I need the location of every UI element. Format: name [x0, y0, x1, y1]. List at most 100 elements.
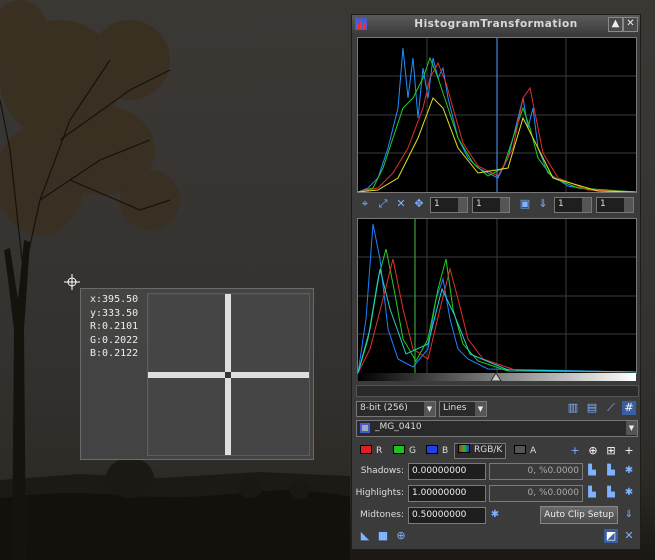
highlights-label: Highlights:	[355, 488, 404, 498]
midtones-reset-icon[interactable]: ✱	[489, 509, 501, 521]
bit-depth-value: 8-bit (256)	[360, 403, 408, 413]
highlights-clip-alt-icon[interactable]: ▙	[605, 487, 617, 499]
highlights-reset-icon[interactable]: ✱	[623, 487, 635, 499]
shadows-input[interactable]: 0.00000000	[408, 463, 486, 480]
window-title: HistogramTransformation	[414, 18, 578, 30]
graph-style-combo[interactable]: Lines ▼	[439, 401, 487, 417]
magnifier-cross-center	[225, 372, 231, 378]
target-icon[interactable]: ⌖	[358, 197, 372, 211]
highlights-clipping-readout: 0, %0.0000	[489, 485, 583, 502]
reset-icon[interactable]: ✕	[622, 529, 636, 543]
histogram-toolbar: ⌖ ⤢ ✕ ✥ 1 1 ▣ ⇓ 1 1	[356, 197, 638, 215]
rgb-swatch	[458, 444, 470, 453]
channel-a-button[interactable]: A	[514, 445, 536, 459]
shadows-clip-icon[interactable]: ▙	[586, 465, 598, 477]
view-selector[interactable]: _MG_0410 ▼	[356, 420, 638, 437]
highlights-clip-icon[interactable]: ▙	[586, 487, 598, 499]
pixel-readout-popup: x:395.50 y:333.50 R:0.2101 G:0.2022 B:0.…	[80, 288, 314, 460]
show-curve-icon[interactable]: ⟋	[604, 401, 618, 415]
zoom-fit-icon[interactable]: ⤢	[376, 197, 390, 211]
histogram-scrollbar[interactable]	[356, 385, 639, 397]
show-grid-icon[interactable]: #	[622, 401, 636, 415]
readout-g: G:0.2022	[90, 334, 139, 346]
new-instance-icon[interactable]: ◣	[358, 529, 372, 543]
red-swatch	[360, 445, 372, 454]
blue-swatch	[426, 445, 438, 454]
channel-rgbk-button[interactable]: RGB/K	[454, 443, 507, 459]
channel-g-label: G	[409, 446, 416, 456]
input-histogram-plot	[357, 219, 637, 374]
channel-r-button[interactable]: R	[360, 445, 382, 459]
window-titlebar[interactable]: HistogramTransformation ▲ ✕	[352, 15, 640, 33]
spin-arrows-icon[interactable]	[500, 198, 509, 212]
auto-clip-arrow-icon[interactable]: ⇓	[623, 509, 635, 521]
channel-a-label: A	[530, 446, 537, 456]
channel-b-button[interactable]: B	[426, 445, 448, 459]
highlights-input[interactable]: 1.00000000	[408, 485, 486, 502]
vertical-zoom-spinbox-2[interactable]: 1	[596, 197, 634, 213]
horizontal-zoom-spinbox-2[interactable]: 1	[554, 197, 592, 213]
chevron-down-icon[interactable]: ▼	[424, 402, 435, 416]
shadows-label: Shadows:	[360, 466, 404, 476]
spin-arrows-icon[interactable]	[458, 198, 467, 212]
output-histogram[interactable]	[357, 37, 637, 193]
spin-arrows-icon[interactable]	[624, 198, 633, 212]
shadows-value: 0.00000000	[412, 466, 467, 476]
view-name: _MG_0410	[375, 422, 422, 432]
horizontal-zoom-value-2: 1	[558, 199, 564, 209]
bit-depth-combo[interactable]: 8-bit (256) ▼	[356, 401, 436, 417]
shadows-reset-icon[interactable]: ✱	[623, 465, 635, 477]
channel-g-button[interactable]: G	[393, 445, 416, 459]
chevron-down-icon[interactable]: ▼	[475, 402, 486, 416]
info-icon[interactable]: ▣	[518, 197, 532, 211]
apply-icon[interactable]: ■	[376, 529, 390, 543]
show-cumulative-icon[interactable]: ▤	[585, 401, 599, 415]
alpha-swatch	[514, 445, 526, 454]
shadows-clip-alt-icon[interactable]: ▙	[605, 465, 617, 477]
output-histogram-plot	[357, 38, 637, 193]
spin-arrows-icon[interactable]	[582, 198, 591, 212]
vertical-zoom-value-2: 1	[600, 199, 606, 209]
crosshair-cursor-icon	[64, 274, 80, 290]
readout-b: B:0.2122	[90, 348, 139, 360]
readout-x: x:395.50	[90, 294, 139, 305]
chevron-down-icon[interactable]: ▼	[626, 421, 637, 435]
add-boxed-icon[interactable]: ⊞	[604, 444, 618, 458]
add-icon[interactable]: +	[568, 444, 582, 458]
midtones-input[interactable]: 0.50000000	[408, 507, 486, 524]
readout-y: y:333.50	[90, 307, 139, 319]
green-swatch	[393, 445, 405, 454]
channel-b-label: B	[442, 446, 449, 456]
highlights-clip-value: 0, %0.0000	[527, 488, 580, 498]
horizontal-zoom-spinbox[interactable]: 1	[430, 197, 468, 213]
add-filled-icon[interactable]: ⊕	[586, 444, 600, 458]
midtones-value: 0.50000000	[412, 510, 467, 520]
zoom-out-icon[interactable]: ✕	[394, 197, 408, 211]
show-histogram-icon[interactable]: ▥	[566, 401, 580, 415]
apply-global-icon[interactable]: ⊕	[394, 529, 408, 543]
auto-clip-setup-button[interactable]: Auto Clip Setup	[540, 506, 618, 524]
readout-magnifier	[147, 293, 310, 456]
process-bottom-bar: ◣ ■ ⊕ ◩ ✕	[356, 529, 638, 545]
vertical-zoom-spinbox[interactable]: 1	[472, 197, 510, 213]
vertical-zoom-value: 1	[476, 199, 482, 209]
plus-icon[interactable]: +	[622, 444, 636, 458]
midtones-label: Midtones:	[360, 510, 404, 520]
close-window-button[interactable]: ✕	[623, 17, 638, 32]
shade-window-button[interactable]: ▲	[608, 17, 623, 32]
shadows-clip-value: 0, %0.0000	[527, 466, 580, 476]
shadows-clipping-readout: 0, %0.0000	[489, 463, 583, 480]
pan-icon[interactable]: ✥	[412, 197, 426, 211]
readout-values: x:395.50 y:333.50 R:0.2101 G:0.2022 B:0.…	[90, 293, 138, 361]
midtones-handle-icon[interactable]	[490, 372, 502, 382]
graph-style-value: Lines	[443, 403, 467, 413]
highlights-value: 1.00000000	[412, 488, 467, 498]
input-histogram[interactable]	[357, 218, 637, 374]
image-icon	[360, 423, 370, 433]
readout-r: R:0.2101	[90, 321, 139, 333]
channel-r-label: R	[376, 446, 383, 456]
horizontal-zoom-value: 1	[434, 199, 440, 209]
real-time-preview-icon[interactable]: ◩	[604, 529, 618, 543]
channel-rgbk-label: RGB/K	[474, 445, 503, 455]
down-arrow-icon[interactable]: ⇓	[536, 197, 550, 211]
